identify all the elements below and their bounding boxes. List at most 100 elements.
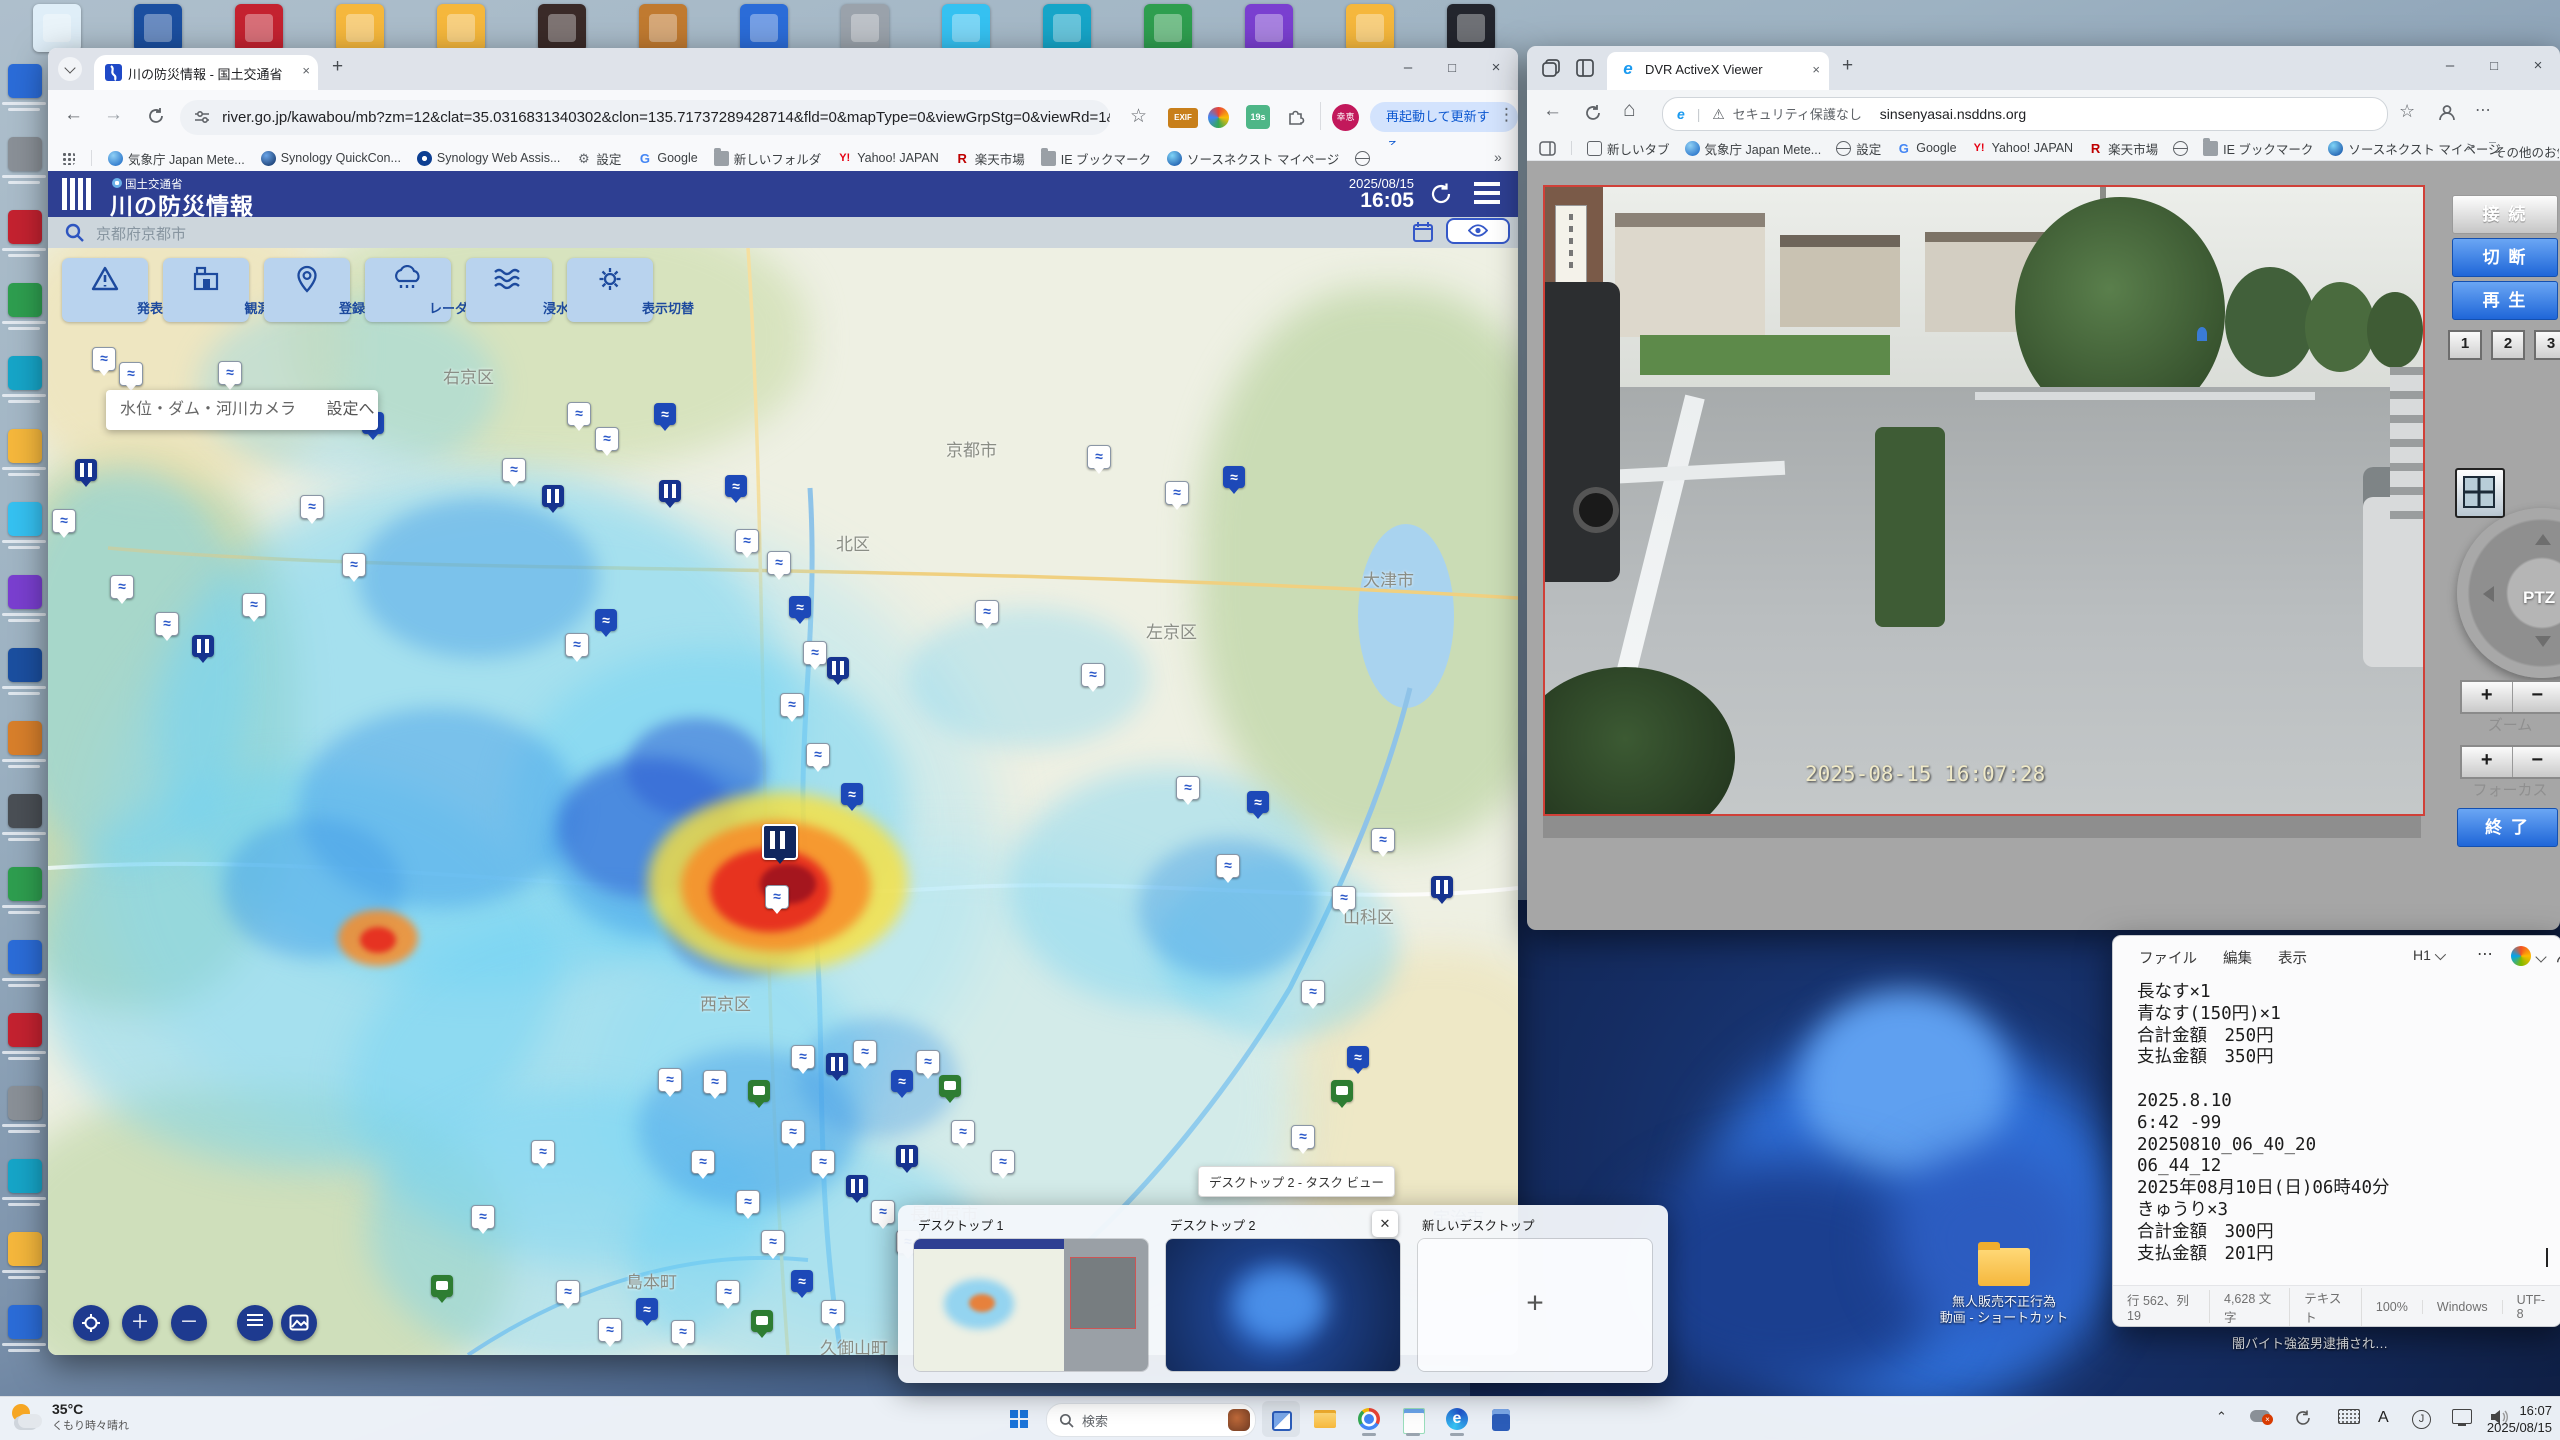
ime-mode-indicator[interactable]: A [2378,1409,2389,1427]
desktop-icon-app-3[interactable] [8,210,42,244]
gauge-marker[interactable]: ≈ [716,1280,740,1304]
desktop-icon-app-5[interactable] [8,356,42,390]
nas-app-icon[interactable] [134,4,182,52]
map-toolbar-alert-triangle[interactable]: 発表情報 [62,258,148,322]
desktop-1-card[interactable]: デスクトップ 1 [914,1215,1148,1371]
dvr-channel-2-button[interactable]: 2 [2491,330,2525,360]
close-button[interactable]: × [2516,46,2560,86]
bookmark-item[interactable]: ソースネクスト マイページ [2328,139,2500,158]
bookmark-item[interactable]: ソースネクスト マイページ [1167,149,1339,168]
map-toolbar-gear[interactable]: 表示切替 [567,258,653,322]
search-box[interactable]: 検索 [1046,1403,1256,1437]
gauge-marker[interactable]: ≈ [1176,776,1200,800]
bookmark-item[interactable]: 新しいフォルダ [714,149,822,168]
home-icon[interactable]: ⌂ [1623,98,1636,122]
bookmark-item[interactable] [2173,141,2188,156]
tab-close-icon[interactable]: × [1812,62,1820,77]
map-style-button[interactable] [281,1305,317,1341]
start-button[interactable] [1000,1401,1038,1437]
tool-orange-icon[interactable] [639,4,687,52]
bookmark-item[interactable]: R楽天市場 [2088,139,2158,158]
gauge-marker[interactable]: ≈ [119,362,143,386]
maximize-button[interactable]: □ [1430,48,1474,88]
dvr-video-feed[interactable]: 2025-08-15 16:07:28 [1543,185,2425,816]
search-highlight-image[interactable] [1228,1409,1250,1431]
gauge-marker[interactable]: ≈ [1081,663,1105,687]
green-camera-marker[interactable] [748,1080,770,1102]
zoom-out-button[interactable]: － [171,1305,207,1341]
reload-icon[interactable] [146,106,166,126]
desktop-2-card[interactable]: デスクトップ 2 ✕ [1166,1215,1400,1371]
desktop-icon-app-17[interactable] [8,1232,42,1266]
gauge-marker[interactable]: ≈ [916,1050,940,1074]
weather-widget[interactable]: 35°C くもり時々晴れ [10,1401,129,1433]
camera-marker[interactable] [1431,876,1453,898]
profile-icon[interactable] [2437,103,2457,123]
bookmark-item[interactable]: GGoogle [637,151,697,166]
file-explorer-button[interactable] [1306,1401,1344,1437]
green-app-icon[interactable] [1144,4,1192,52]
calendar-icon[interactable] [1411,220,1435,244]
favorites-star-icon[interactable]: ☆ [2399,101,2415,122]
gauge-marker[interactable]: ≈ [52,509,76,533]
gauge-marker[interactable]: ≈ [951,1120,975,1144]
menu-編集[interactable]: 編集 [2223,947,2252,968]
task-view-button[interactable] [1262,1401,1300,1437]
chrome-button[interactable] [1350,1401,1388,1437]
v-app-icon[interactable] [1245,4,1293,52]
gauge-marker[interactable]: ≈ [155,612,179,636]
desktop-icon-app-15[interactable] [8,1086,42,1120]
account-icon[interactable] [2555,947,2560,965]
minimize-button[interactable]: – [2428,46,2472,86]
touch-keyboard-icon[interactable] [2338,1409,2360,1427]
water-level-marker[interactable]: ≈ [1247,791,1269,813]
camera-marker[interactable] [846,1175,868,1197]
gauge-marker[interactable]: ≈ [781,1120,805,1144]
skype-icon[interactable] [1043,4,1091,52]
desktop-icon-app-9[interactable] [8,648,42,682]
gauge-marker[interactable]: ≈ [92,347,116,371]
sidebar-icon[interactable] [1539,141,1556,156]
gauge-marker[interactable]: ≈ [110,575,134,599]
extension-colorwheel-icon[interactable] [1208,107,1229,128]
ptz-up-icon[interactable] [2535,526,2551,545]
gauge-marker[interactable]: ≈ [556,1280,580,1304]
desktop-icon-app-18[interactable] [8,1305,42,1339]
gauge-marker[interactable]: ≈ [691,1150,715,1174]
dvr-disconnect-button[interactable]: 切 断 [2452,238,2558,277]
new-tab-icon[interactable]: + [1842,55,1853,77]
gauge-marker[interactable]: ≈ [1216,854,1240,878]
restart-update-button[interactable]: 再起動して更新する [1370,102,1518,132]
locate-button[interactable] [73,1305,109,1341]
water-level-marker[interactable]: ≈ [725,475,747,497]
close-desktop-icon[interactable]: ✕ [1372,1211,1398,1237]
desktop-icon-app-7[interactable] [8,502,42,536]
dvr-focus-control[interactable]: +− [2460,745,2560,779]
water-level-marker[interactable]: ≈ [636,1298,658,1320]
desktop-icon-app-10[interactable] [8,721,42,755]
gauge-marker[interactable]: ≈ [218,361,242,385]
water-level-marker[interactable]: ≈ [891,1070,913,1092]
tab-suspender-extension-icon[interactable]: 19s [1246,105,1270,129]
tray-expand-icon[interactable]: ⌃ [2216,1409,2227,1425]
camera-marker[interactable] [542,485,564,507]
bookmark-item[interactable]: 気象庁 Japan Mete... [108,149,245,168]
bookmark-item[interactable]: R楽天市場 [955,149,1025,168]
gauge-marker[interactable]: ≈ [975,600,999,624]
gauge-marker[interactable]: ≈ [565,633,589,657]
desktop-icon-app-14[interactable] [8,1013,42,1047]
desktop-icon-app-12[interactable] [8,867,42,901]
desktop-icon-app-1[interactable] [8,64,42,98]
gauge-marker[interactable]: ≈ [767,551,791,575]
green-camera-marker[interactable] [431,1275,453,1297]
forward-icon[interactable]: → [104,104,123,126]
camera-marker[interactable] [192,635,214,657]
desktop-icon-app-2[interactable] [8,137,42,171]
media-p-icon[interactable] [1447,4,1495,52]
settings-dots-icon[interactable]: ⋯ [2475,100,2491,120]
menu-ファイル[interactable]: ファイル [2139,947,2197,968]
edge-shortcut-icon[interactable] [942,4,990,52]
desktop-2-thumbnail[interactable] [1166,1239,1400,1371]
desktop-icon-app-4[interactable] [8,283,42,317]
water-level-marker[interactable]: ≈ [789,596,811,618]
